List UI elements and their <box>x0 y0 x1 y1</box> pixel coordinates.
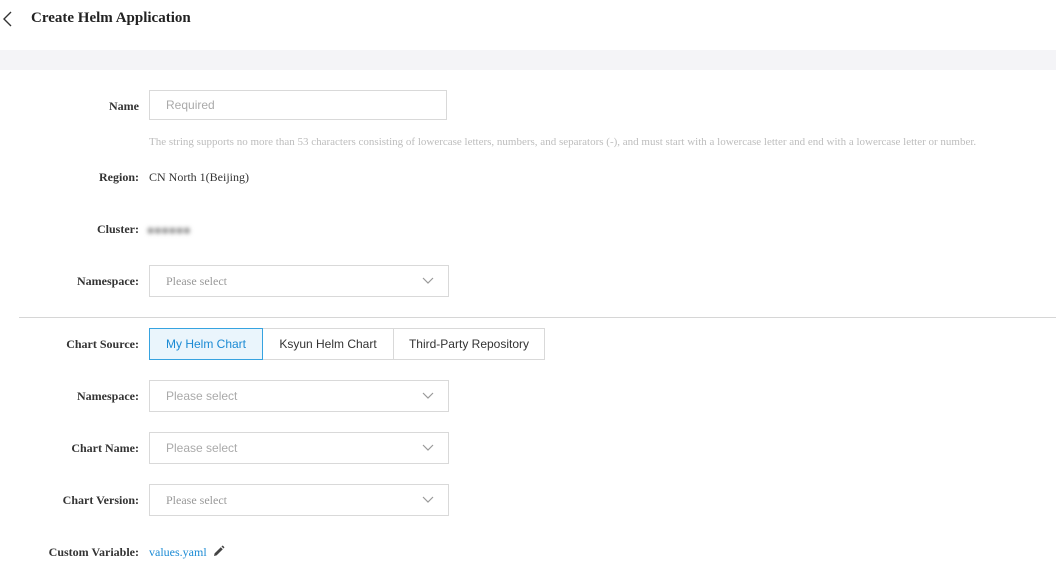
tab-ksyun-helm-chart[interactable]: Ksyun Helm Chart <box>262 328 394 360</box>
values-yaml-link[interactable]: values.yaml <box>149 545 207 560</box>
chart-namespace-placeholder: Please select <box>166 389 238 403</box>
namespace-select[interactable]: Please select <box>149 265 449 297</box>
tab-third-party-repository[interactable]: Third-Party Repository <box>393 328 545 360</box>
tab-my-helm-chart[interactable]: My Helm Chart <box>149 328 263 360</box>
name-input[interactable] <box>150 91 446 119</box>
chart-namespace-label: Namespace: <box>77 389 139 403</box>
header-separator-band <box>0 50 1056 70</box>
region-label: Region: <box>99 170 139 184</box>
cluster-label: Cluster: <box>97 222 139 236</box>
section-divider <box>19 317 1056 318</box>
chart-version-placeholder: Please select <box>166 493 227 507</box>
chart-version-select[interactable]: Please select <box>149 484 449 516</box>
chevron-down-icon <box>422 277 434 284</box>
custom-variable-label: Custom Variable: <box>48 545 139 559</box>
chart-name-label: Chart Name: <box>71 441 139 455</box>
chevron-down-icon <box>422 392 434 399</box>
chart-source-label: Chart Source: <box>66 337 139 351</box>
namespace-placeholder: Please select <box>166 274 227 288</box>
chart-name-placeholder: Please select <box>166 441 238 455</box>
chart-namespace-select[interactable]: Please select <box>149 380 449 412</box>
namespace-label: Namespace: <box>77 274 139 288</box>
name-field[interactable] <box>149 90 447 120</box>
pencil-icon[interactable] <box>212 545 225 558</box>
page-title: Create Helm Application <box>31 10 191 26</box>
region-value: CN North 1(Beijing) <box>149 170 249 184</box>
page-header: Create Helm Application <box>0 0 1056 50</box>
name-label: Name <box>109 99 139 113</box>
chart-name-select[interactable]: Please select <box>149 432 449 464</box>
chevron-down-icon <box>422 444 434 451</box>
cluster-value-redacted: ●●●●●● <box>147 223 191 237</box>
name-hint: The string supports no more than 53 char… <box>149 136 977 148</box>
chevron-left-icon[interactable] <box>0 8 18 30</box>
chart-version-label: Chart Version: <box>62 493 139 507</box>
chevron-down-icon <box>422 496 434 503</box>
